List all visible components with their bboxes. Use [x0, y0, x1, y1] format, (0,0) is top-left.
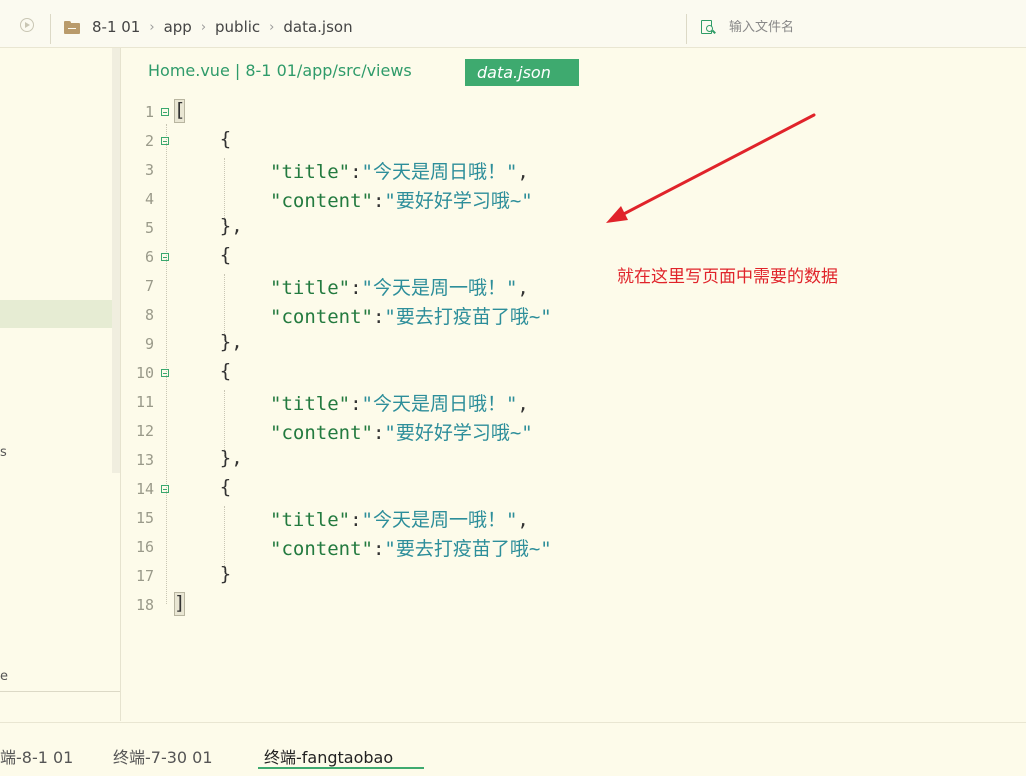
- terminal-tab-8-1-01[interactable]: 端-8-1 01: [0, 744, 73, 768]
- active-tab-indicator: [258, 767, 424, 769]
- annotation-text: 就在这里写页面中需要的数据: [617, 267, 838, 287]
- terminal-tab-fangtaobao[interactable]: 终端-fangtaobao: [264, 744, 393, 768]
- annotation-arrow: [606, 113, 816, 223]
- terminal-tab-7-30-01[interactable]: 终端-7-30 01: [113, 744, 213, 768]
- terminal-tabs-bar: 端-8-1 01 终端-7-30 01 终端-fangtaobao: [0, 722, 1026, 776]
